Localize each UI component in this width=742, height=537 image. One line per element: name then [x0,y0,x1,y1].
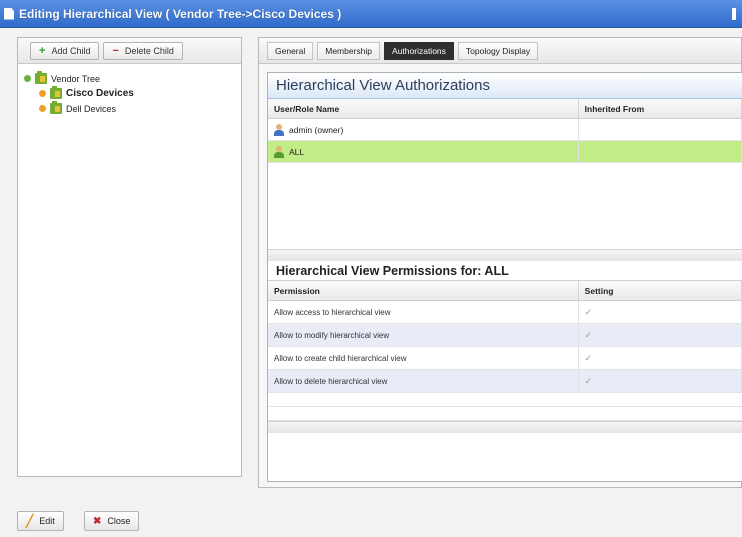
table-row[interactable]: ALL [268,141,742,163]
close-button[interactable]: ✖ Close [84,511,140,531]
user-icon [274,123,284,136]
properties-panel: General Membership Authorizations Topolo… [258,37,742,488]
setting-checkbox[interactable]: ✓ [579,370,742,392]
table-row[interactable]: Allow to delete hierarchical view ✓ [268,370,742,393]
folder-icon [50,101,62,114]
add-child-label: Add Child [51,45,91,56]
setting-checkbox[interactable]: ✓ [579,301,742,323]
tree-node-cisco-devices[interactable]: Cisco Devices [24,86,235,100]
folder-icon [50,86,62,99]
table-row[interactable]: Allow to create child hierarchical view … [268,347,742,370]
document-icon [4,7,14,20]
edit-label: Edit [39,516,55,526]
permission-label: Allow access to hierarchical view [268,301,579,323]
table-row[interactable]: Allow to modify hierarchical view ✓ [268,324,742,347]
tab-membership[interactable]: Membership [317,41,381,60]
tab-authorizations[interactable]: Authorizations [384,41,454,60]
window-title-bar: Editing Hierarchical View ( Vendor Tree-… [0,0,742,28]
delete-child-label: Delete Child [124,45,174,56]
user-role-name: ALL [289,146,305,157]
authorizations-table: admin (owner) ALL [268,119,742,249]
tree-toolbar: + Add Child − Delete Child [18,38,241,64]
permission-label: Allow to modify hierarchical view [268,324,579,346]
delete-child-button[interactable]: − Delete Child [103,41,183,60]
user-role-cell: admin (owner) [268,119,579,140]
user-role-cell: ALL [268,141,579,162]
tree-node-vendor-tree[interactable]: Vendor Tree [24,71,235,85]
permissions-table-header: Permission Setting [268,281,742,301]
hierarchy-tree: Vendor Tree Cisco Devices Dell Devices [18,64,241,125]
permission-label: Allow to delete hierarchical view [268,370,579,392]
plus-icon: + [39,44,46,57]
add-child-button[interactable]: + Add Child [30,41,100,60]
pencil-icon: ╱ [26,514,34,528]
permission-label: Allow to create child hierarchical view [268,347,579,369]
horizontal-scrollbar[interactable] [268,249,742,261]
tree-node-dell-devices[interactable]: Dell Devices [24,101,235,115]
horizontal-scrollbar[interactable] [268,421,742,433]
tree-node-label: Dell Devices [66,103,117,114]
minus-icon: − [112,44,119,57]
setting-checkbox[interactable]: ✓ [579,324,742,346]
authorizations-section: Hierarchical View Authorizations User/Ro… [267,72,742,482]
expand-icon[interactable] [39,105,46,112]
inherited-from-cell [579,141,742,162]
user-group-icon [274,145,284,158]
permissions-table: Allow access to hierarchical view ✓ Allo… [268,301,742,421]
column-header-setting[interactable]: Setting [579,281,742,300]
close-label: Close [107,516,131,526]
section-title: Hierarchical View Authorizations [268,73,742,99]
edit-button[interactable]: ╱ Edit [17,511,64,531]
tree-node-label: Vendor Tree [51,73,101,84]
tree-panel: + Add Child − Delete Child Vendor Tree C… [17,37,242,477]
table-row[interactable]: Allow access to hierarchical view ✓ [268,301,742,324]
table-row[interactable]: admin (owner) [268,119,742,141]
permissions-title: Hierarchical View Permissions for: ALL [268,261,742,281]
authorizations-table-header: User/Role Name Inherited From [268,99,742,119]
column-header-user-role[interactable]: User/Role Name [268,99,579,118]
expand-icon[interactable] [39,90,46,97]
empty-row [268,407,742,421]
tab-topology-display[interactable]: Topology Display [457,41,539,60]
inherited-from-cell [579,119,742,140]
folder-icon [35,71,47,84]
column-header-inherited-from[interactable]: Inherited From [579,99,742,118]
user-role-name: admin (owner) [289,124,344,135]
close-icon: ✖ [93,515,102,527]
column-header-permission[interactable]: Permission [268,281,579,300]
tab-general[interactable]: General [267,41,314,60]
setting-checkbox[interactable]: ✓ [579,347,742,369]
tree-node-label: Cisco Devices [66,88,134,99]
collapse-icon[interactable] [24,75,31,82]
tab-bar: General Membership Authorizations Topolo… [259,38,741,64]
window-control-icon[interactable] [732,8,736,20]
window-title: Editing Hierarchical View ( Vendor Tree-… [19,6,342,21]
empty-row [268,393,742,407]
